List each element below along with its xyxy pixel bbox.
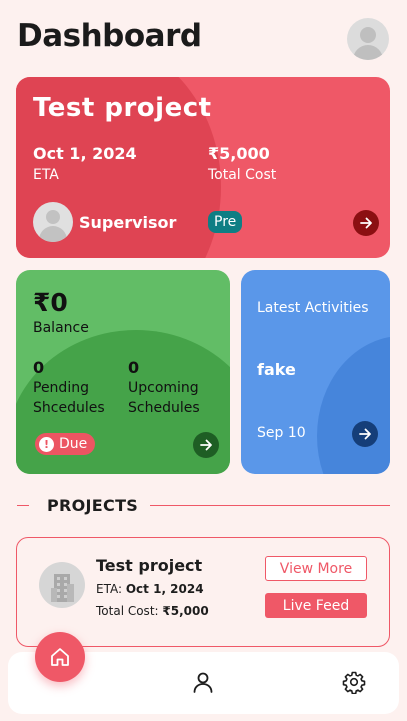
project-item-eta: ETA: Oct 1, 2024 <box>96 582 204 596</box>
supervisor-label: Supervisor <box>79 213 177 232</box>
user-avatar-icon[interactable] <box>347 18 389 60</box>
project-title: Test project <box>33 93 212 123</box>
latest-activity-text: fake <box>257 360 296 379</box>
total-cost-label: Total Cost <box>208 167 277 183</box>
arrow-right-icon[interactable] <box>352 421 378 447</box>
latest-activities-card[interactable]: Latest Activities fake Sep 10 <box>241 270 390 474</box>
header: Dashboard <box>0 0 407 70</box>
due-label: Due <box>59 436 88 452</box>
activity-date: Sep 10 <box>257 425 306 441</box>
pending-schedules-label: Pending Shcedules <box>33 380 105 416</box>
card-decoration <box>317 336 390 474</box>
gear-icon[interactable] <box>341 669 367 695</box>
balance-amount: ₹0 <box>33 288 68 317</box>
total-cost-value: ₹5,000 <box>208 144 270 163</box>
view-more-button[interactable]: View More <box>265 556 367 581</box>
eta-value: Oct 1, 2024 <box>33 144 137 163</box>
divider <box>150 505 390 506</box>
user-icon[interactable] <box>190 669 216 695</box>
upcoming-schedules-count: 0 <box>128 358 140 377</box>
eta-label: ETA <box>33 167 59 183</box>
arrow-right-icon[interactable] <box>353 210 379 236</box>
list-item[interactable]: Test project ETA: Oct 1, 2024 Total Cost… <box>16 537 390 647</box>
live-feed-button[interactable]: Live Feed <box>265 593 367 618</box>
balance-label: Balance <box>33 320 89 336</box>
project-item-cost: Total Cost: ₹5,000 <box>96 604 209 618</box>
alert-icon: ! <box>39 436 54 452</box>
page-title: Dashboard <box>17 18 202 54</box>
arrow-right-icon[interactable] <box>193 432 219 458</box>
activities-title: Latest Activities <box>257 300 369 316</box>
home-icon[interactable] <box>35 632 85 682</box>
due-badge: ! Due <box>35 433 96 455</box>
divider <box>17 505 29 506</box>
building-icon <box>39 562 85 608</box>
pending-schedules-count: 0 <box>33 358 45 377</box>
balance-card[interactable]: ₹0 Balance 0 Pending Shcedules 0 Upcomin… <box>16 270 230 474</box>
stage-badge: Pre <box>208 211 243 233</box>
supervisor-avatar-icon <box>33 202 73 242</box>
section-title: PROJECTS <box>47 496 139 515</box>
upcoming-schedules-label: Upcoming Schedules <box>128 380 200 416</box>
project-summary-card[interactable]: Test project Oct 1, 2024 ETA ₹5,000 Tota… <box>16 77 390 258</box>
project-item-title: Test project <box>96 556 203 575</box>
